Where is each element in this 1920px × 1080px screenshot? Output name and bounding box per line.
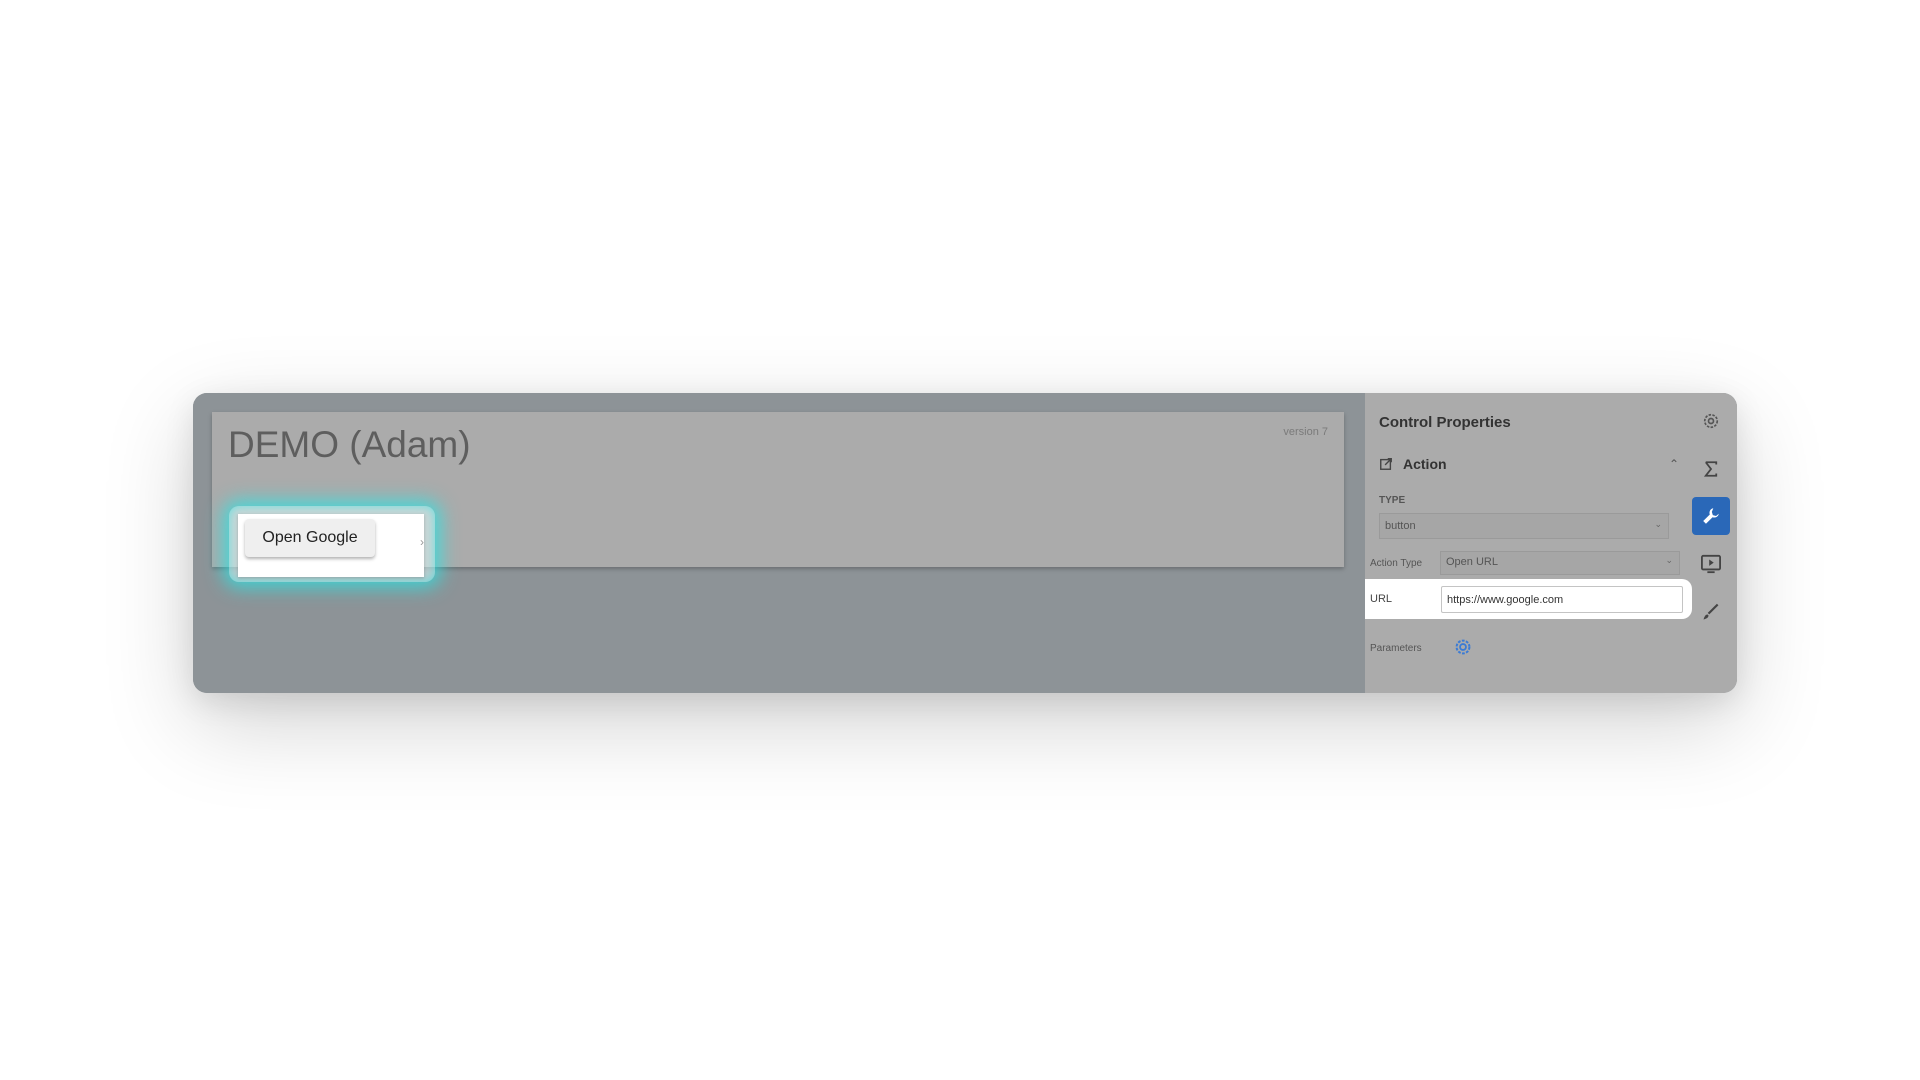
action-section-header[interactable]: Action ⌃	[1379, 456, 1679, 476]
action-type-value: Open URL	[1446, 556, 1498, 568]
chevron-right-icon: ›	[420, 535, 424, 549]
url-input[interactable]	[1441, 586, 1683, 613]
gear-icon[interactable]	[1692, 402, 1730, 440]
app-title: DEMO (Adam)	[228, 424, 471, 465]
sigma-icon[interactable]	[1692, 450, 1730, 488]
wrench-glyph	[1703, 508, 1719, 524]
parameters-label: Parameters	[1370, 643, 1422, 654]
wrench-icon[interactable]	[1692, 497, 1730, 535]
button-control-container[interactable]: Open Google ›	[238, 514, 424, 577]
design-canvas: DEMO (Adam) version 7 Open Google ›	[193, 393, 1365, 693]
type-select-value: button	[1385, 520, 1416, 532]
gear-glyph	[1703, 413, 1719, 429]
app-preview: DEMO (Adam) version 7 Open Google ›	[212, 412, 1344, 582]
action-type-label: Action Type	[1370, 558, 1423, 569]
brush-glyph	[1703, 603, 1719, 620]
editor-window: DEMO (Adam) version 7 Open Google › Cont…	[193, 393, 1737, 693]
action-type-select[interactable]: Open URL ⌄	[1440, 551, 1680, 575]
url-row: URL	[1365, 579, 1692, 619]
version-label: version 7	[1283, 426, 1328, 438]
type-label: TYPE	[1379, 495, 1406, 506]
section-label: Action	[1403, 456, 1447, 472]
selected-control-highlight: Open Google ›	[229, 506, 435, 582]
preview-icon[interactable]	[1692, 545, 1730, 583]
chevron-up-icon[interactable]: ⌃	[1669, 457, 1679, 471]
parameters-gear-icon[interactable]	[1452, 636, 1474, 658]
chevron-down-icon: ⌄	[1665, 555, 1673, 565]
brush-icon[interactable]	[1692, 593, 1730, 631]
type-select[interactable]: button ⌄	[1379, 513, 1669, 539]
open-external-icon	[1380, 458, 1392, 470]
preview-glyph	[1701, 554, 1721, 574]
sigma-glyph	[1703, 461, 1718, 477]
chevron-down-icon: ⌄	[1654, 519, 1662, 529]
control-properties-panel: Control Properties Action ⌃ TYPE button …	[1365, 393, 1737, 693]
panel-title: Control Properties	[1379, 414, 1511, 431]
open-google-button[interactable]: Open Google	[245, 519, 375, 557]
url-label: URL	[1370, 593, 1393, 605]
